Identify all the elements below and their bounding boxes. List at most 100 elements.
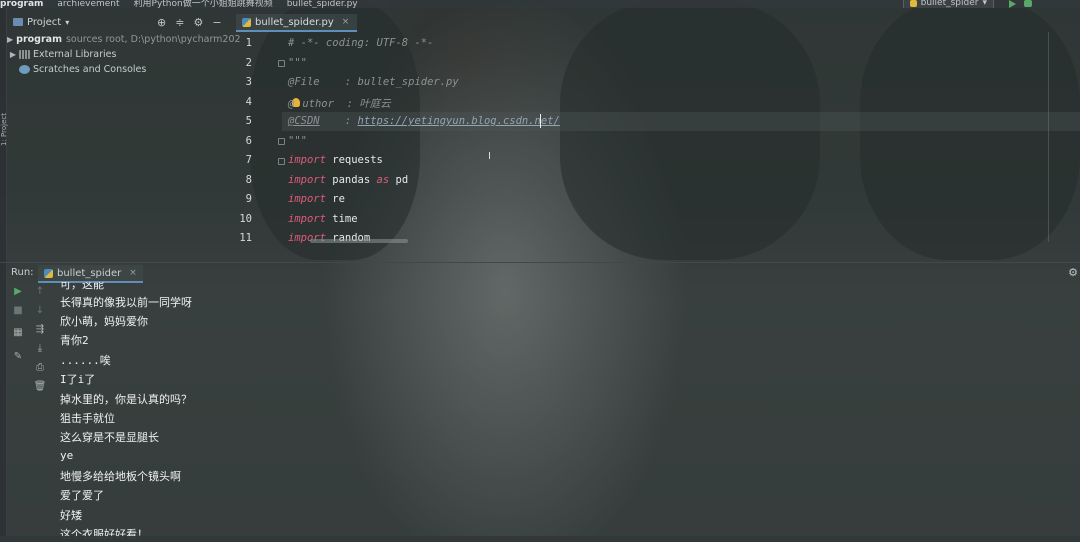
gear-icon[interactable]: ⚙ <box>1068 266 1078 279</box>
run-config-select[interactable]: bullet_spider ▾ <box>902 0 994 8</box>
code-line-9: import re <box>288 193 345 205</box>
editor-tab-bar: bullet_spider.py × <box>234 12 1080 32</box>
tree-item-scratches[interactable]: Scratches and Consoles <box>7 62 234 77</box>
collapse-icon[interactable]: ≑ <box>175 16 184 29</box>
fold-marker-icon[interactable] <box>278 138 285 145</box>
locate-icon[interactable]: ⊕ <box>157 16 166 29</box>
chevron-down-icon: ▾ <box>982 0 987 8</box>
stop-icon[interactable]: ■ <box>11 304 25 318</box>
pin-icon[interactable]: ✎ <box>11 350 25 364</box>
console-line: 好矮 <box>60 509 82 522</box>
tab-run-bullet-spider[interactable]: bullet_spider × <box>38 265 143 283</box>
console-line: ......唉 <box>60 354 111 367</box>
chevron-right-icon[interactable]: ▶ <box>7 35 13 44</box>
layout-icon[interactable]: ▦ <box>11 326 25 340</box>
project-tool-window-button[interactable]: 1: Project <box>0 86 8 146</box>
tree-item-external-libraries[interactable]: ▶ External Libraries <box>7 47 234 62</box>
console-output[interactable]: 可，这能 长得真的像我以前一同学呀 欣小萌，妈妈爱你 青你2 ......唉 I… <box>60 282 1080 542</box>
rerun-icon[interactable]: ▶ <box>11 285 25 299</box>
console-line: 欣小萌，妈妈爱你 <box>60 315 148 328</box>
breadcrumb-project[interactable]: program <box>0 0 43 8</box>
console-line: 地慢多给给地板个镜头啊 <box>60 470 181 483</box>
arrow-up-icon[interactable]: ↑ <box>33 285 47 299</box>
console-line: 狙击手就位 <box>60 412 115 425</box>
chevron-right-icon[interactable]: ▶ <box>7 50 19 59</box>
print-icon[interactable]: ⎙ <box>33 361 47 375</box>
close-icon[interactable]: × <box>342 17 350 27</box>
breadcrumb-file[interactable]: bullet_spider.py <box>287 0 358 8</box>
project-panel-title[interactable]: Project <box>27 17 61 28</box>
close-icon[interactable]: × <box>129 268 137 278</box>
run-tab-label: bullet_spider <box>57 267 122 279</box>
run-toolbar: ▶ ■ ▦ ✎ <box>7 282 29 542</box>
code-line-4: @ uthor : 叶庭云 <box>288 98 391 110</box>
code-line-1: # -*- coding: UTF-8 -*- <box>288 37 434 49</box>
line-number: 9 <box>245 193 252 205</box>
tree-item-detail: sources root, D:\python\pycharm202 <box>65 34 241 45</box>
library-icon <box>19 50 30 59</box>
status-bar <box>0 536 1080 542</box>
project-panel: Project ▾ ⊕ ≑ ⚙ − ▶ program sources root… <box>7 12 241 262</box>
text-caret <box>540 114 541 128</box>
trash-icon[interactable]: 🗑 <box>33 380 47 394</box>
line-number: 8 <box>245 174 252 186</box>
fold-marker-icon[interactable] <box>278 60 285 67</box>
line-number: 4 <box>245 96 252 108</box>
console-line: 爱了爱了 <box>60 489 104 502</box>
project-panel-header: Project ▾ ⊕ ≑ ⚙ − <box>7 12 234 32</box>
run-config-label: bullet_spider <box>920 0 979 8</box>
code-line-6: """ <box>288 135 307 147</box>
line-number: 11 <box>239 232 252 244</box>
run-label: Run: <box>11 267 34 278</box>
run-icon[interactable] <box>1009 0 1016 8</box>
csdn-link[interactable]: https://yetingyun.blog.csdn.net/ <box>358 115 560 127</box>
console-line: ye <box>60 449 74 462</box>
line-number: 1 <box>245 37 252 49</box>
fold-marker-icon[interactable] <box>278 158 285 165</box>
right-margin-guide <box>1048 32 1049 242</box>
horizontal-scrollbar[interactable] <box>310 239 408 243</box>
run-panel-header: Run: bullet_spider × ⚙ <box>0 262 1080 283</box>
line-number: 2 <box>245 57 252 69</box>
run-toolbar-secondary: ↑ ↓ ⇶ ⤓ ⎙ 🗑 <box>29 282 47 392</box>
line-number: 6 <box>245 135 252 147</box>
line-number: 3 <box>245 76 252 88</box>
scratches-icon <box>19 65 30 74</box>
line-number-gutter: 1 2 3 4 5 6 7 8 9 10 11 <box>234 32 282 261</box>
chevron-down-icon[interactable]: ▾ <box>65 18 69 27</box>
code-line-5: @CSDN : https://yetingyun.blog.csdn.net/ <box>288 115 560 127</box>
text-cursor-icon: I <box>488 151 491 162</box>
code-line-3: @File : bullet_spider.py <box>288 76 459 88</box>
code-line-8: import pandas as pd <box>288 174 409 186</box>
line-number: 10 <box>239 213 252 225</box>
console-line: 可，这能 <box>60 282 104 291</box>
python-icon <box>909 0 917 7</box>
tab-bullet-spider[interactable]: bullet_spider.py × <box>236 14 358 32</box>
tab-label: bullet_spider.py <box>255 16 334 28</box>
tree-item-program[interactable]: ▶ program sources root, D:\python\pychar… <box>7 32 241 47</box>
console-line: 这么穿是不是显腿长 <box>60 431 159 444</box>
code-editor[interactable]: 1 2 3 4 5 6 7 8 9 10 11 # -*- coding: UT… <box>234 32 1080 261</box>
code-line-7: import requests <box>288 154 383 166</box>
minimize-icon[interactable]: − <box>212 16 221 29</box>
python-file-icon <box>44 268 53 278</box>
python-file-icon <box>242 17 251 27</box>
debug-icon[interactable] <box>1024 0 1032 7</box>
tree-item-label: program <box>16 34 62 45</box>
arrow-down-icon[interactable]: ↓ <box>33 304 47 318</box>
breadcrumb-subfolder[interactable]: 利用Python做一个小姐姐跳舞视频 <box>134 0 273 8</box>
console-line: I了i了 <box>60 373 96 386</box>
tree-item-label: Scratches and Consoles <box>33 64 147 75</box>
breadcrumb-folder[interactable]: archievement <box>57 0 119 8</box>
scroll-to-end-icon[interactable]: ⤓ <box>33 342 47 356</box>
soft-wrap-icon[interactable]: ⇶ <box>33 323 47 337</box>
code-line-2: """ <box>288 57 307 69</box>
console-line: 掉水里的，你是认真的吗？ <box>60 393 192 406</box>
navigation-bar: program archievement 利用Python做一个小姐姐跳舞视频 … <box>0 0 1080 8</box>
line-number: 7 <box>245 154 252 166</box>
code-line-10: import time <box>288 213 358 225</box>
console-line: 长得真的像我以前一同学呀 <box>60 296 192 309</box>
folder-icon <box>13 18 23 26</box>
tree-item-label: External Libraries <box>33 49 117 60</box>
gear-icon[interactable]: ⚙ <box>193 16 203 29</box>
